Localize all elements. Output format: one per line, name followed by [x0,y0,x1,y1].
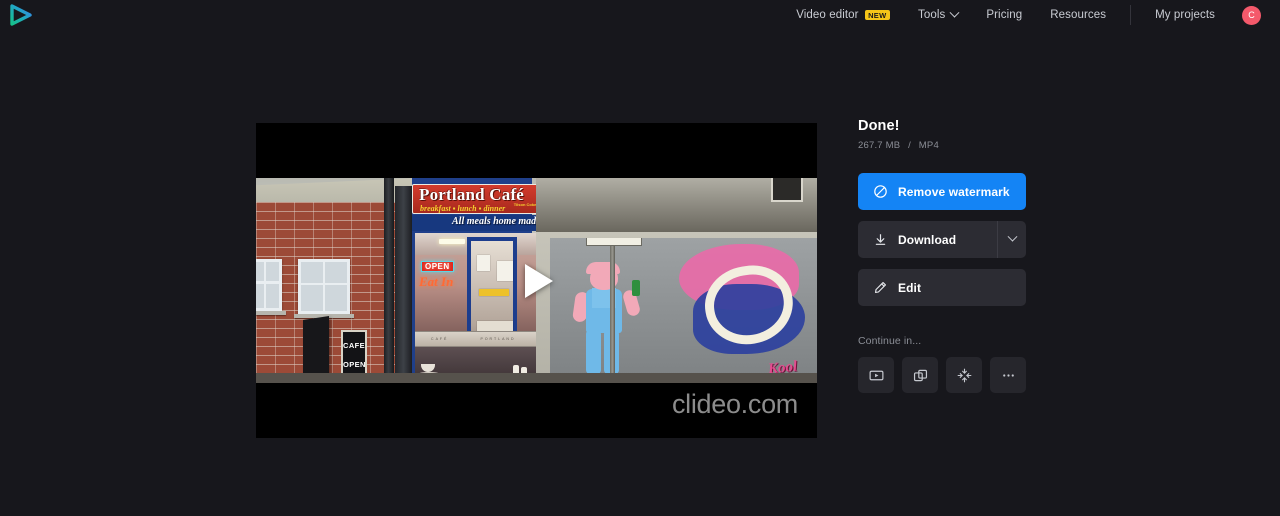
result-panel: Done! 267.7 MB / MP4 Remove watermark Do… [858,118,1026,393]
scene-graffiti-art [655,244,805,364]
nav-label-video-editor: Video editor [796,9,859,21]
cafe-sign-line2: OPEN [343,360,366,370]
file-format: MP4 [918,140,939,151]
continue-tools-row [858,357,1026,393]
my-projects-label: My projects [1155,9,1215,21]
scene-drainpipe [384,178,394,383]
video-player-icon [869,370,883,380]
nav-label-resources: Resources [1050,9,1107,21]
chevron-down-icon [1007,231,1017,242]
shop-sign-subtitle: breakfast ▪ lunch ▪ dinner [420,204,506,213]
page-title: Done! [858,118,900,134]
shop-band-text: All meals home made! [452,216,545,227]
scene-right-building: Kool No Loading Mon-Sat 7 a [536,178,817,383]
scene-cartoon-character [571,262,642,376]
clideo-watermark: clideo.com [671,389,798,419]
nav-item-resources[interactable]: Resources [1036,9,1120,21]
video-player[interactable]: CAFE OPEN Portland Café breakfast ▪ lunc… [256,123,817,438]
scene-door-notice-3 [479,289,509,296]
shop-sign-title: Portland Café [419,185,525,204]
scene-sign-pole [610,238,615,382]
scene-right-window [771,178,803,202]
scene-door-notice-2 [497,261,513,281]
scene-sill-1 [256,311,286,315]
merge-squares-icon [913,369,927,381]
no-watermark-icon [874,185,887,198]
neon-eat-in-sign: Eat In [419,274,454,289]
nav-item-my-projects[interactable]: My projects [1141,9,1229,21]
scene-pillar [395,186,412,383]
scene-ceiling-light-1 [439,239,465,244]
avatar[interactable]: C [1242,5,1261,25]
scene-cafe-open-sign: CAFE OPEN [341,330,367,378]
new-badge: NEW [864,10,890,20]
remove-watermark-button[interactable]: Remove watermark [858,173,1026,210]
neon-open-sign: OPEN [421,261,454,272]
compress-arrows-icon [957,368,971,382]
play-icon [524,263,553,298]
more-dots-icon [1002,373,1014,377]
play-logo-icon [10,4,32,26]
meta-separator: / [908,140,911,151]
nav-item-pricing[interactable]: Pricing [972,9,1036,21]
main-nav: Video editor NEW Tools Pricing Resources… [782,0,1261,30]
scene-pavement [256,373,817,383]
top-navigation-bar: Video editor NEW Tools Pricing Resources… [0,0,1280,30]
nav-label-tools: Tools [918,9,946,21]
play-button[interactable] [514,258,560,304]
scene-window-1 [256,259,282,311]
file-size: 267.7 MB [858,140,901,151]
nav-label-pricing: Pricing [986,9,1023,21]
menu-strip-text-1: CAFÉ [431,337,449,341]
download-label: Download [898,232,957,247]
continue-in-label: Continue in... [858,335,922,347]
continue-tool-merge[interactable] [902,357,938,393]
download-icon [875,234,886,245]
continue-tool-cut[interactable] [858,357,894,393]
nav-item-video-editor[interactable]: Video editor NEW [782,9,904,21]
continue-tool-compress[interactable] [946,357,982,393]
scene-graffiti-hoarding: Kool No Loading Mon-Sat 7 a [550,238,817,383]
nav-item-tools[interactable]: Tools [904,7,972,21]
scene-parking-notice: No Loading Mon-Sat 7 am - 10 am 4 pm - 6… [586,238,642,246]
download-options-toggle[interactable] [997,221,1026,258]
chevron-down-icon [949,7,960,18]
edit-button[interactable]: Edit [858,269,1026,306]
edit-label: Edit [898,280,922,295]
nav-divider [1130,5,1132,25]
remove-watermark-label: Remove watermark [898,184,1010,199]
main-stage: CAFE OPEN Portland Café breakfast ▪ lunc… [0,30,1280,516]
cafe-sign-line1: CAFE [343,341,366,350]
continue-tool-more[interactable] [990,357,1026,393]
menu-strip-text-2: PORTLAND [480,337,516,341]
pencil-icon [874,281,887,294]
scene-door-notice-1 [477,255,490,271]
file-meta: 267.7 MB / MP4 [858,140,1026,151]
scene-window-2 [298,259,350,314]
clideo-logo[interactable] [8,0,34,30]
download-button[interactable]: Download [858,221,1026,258]
